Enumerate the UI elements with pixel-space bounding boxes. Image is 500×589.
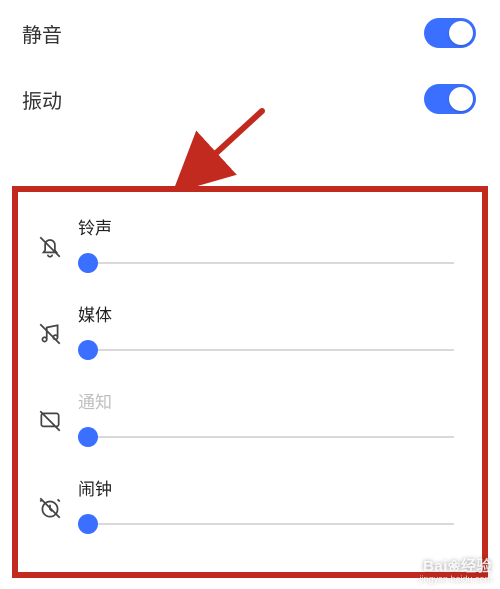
alarm-slider-label: 闹钟: [78, 475, 454, 500]
mute-toggle-row: 静音: [0, 0, 500, 66]
slider-thumb[interactable]: [78, 514, 98, 534]
mute-label: 静音: [22, 19, 62, 48]
media-slider-label: 媒体: [78, 301, 454, 326]
notification-slider[interactable]: [78, 427, 454, 447]
volume-sliders-section: 铃声 媒体: [18, 192, 482, 548]
ringtone-slider-label: 铃声: [78, 214, 454, 239]
slider-track-line: [78, 436, 454, 438]
slider-track-line: [78, 523, 454, 525]
notification-off-icon: [28, 388, 72, 434]
bell-off-icon: [28, 214, 72, 260]
vibrate-toggle[interactable]: [424, 84, 476, 114]
media-slider[interactable]: [78, 340, 454, 360]
notification-slider-row: 通知: [24, 374, 472, 461]
alarm-off-icon: [28, 475, 72, 521]
slider-track-line: [78, 349, 454, 351]
ringtone-slider-row: 铃声: [24, 200, 472, 287]
vibrate-label: 振动: [22, 85, 62, 114]
music-off-icon: [28, 301, 72, 347]
media-slider-row: 媒体: [24, 287, 472, 374]
watermark-url: jingyan.baidu.com: [419, 575, 492, 585]
slider-thumb[interactable]: [78, 253, 98, 273]
slider-thumb[interactable]: [78, 427, 98, 447]
toggle-knob: [449, 87, 473, 111]
ringtone-slider[interactable]: [78, 253, 454, 273]
notification-slider-label: 通知: [78, 388, 454, 413]
watermark-brand: Bai❀经验: [419, 559, 492, 576]
watermark: Bai❀经验 jingyan.baidu.com: [419, 559, 492, 585]
vibrate-toggle-row: 振动: [0, 66, 500, 132]
mute-toggle[interactable]: [424, 18, 476, 48]
alarm-slider[interactable]: [78, 514, 454, 534]
alarm-slider-row: 闹钟: [24, 461, 472, 548]
toggle-knob: [449, 21, 473, 45]
slider-thumb[interactable]: [78, 340, 98, 360]
slider-track-line: [78, 262, 454, 264]
